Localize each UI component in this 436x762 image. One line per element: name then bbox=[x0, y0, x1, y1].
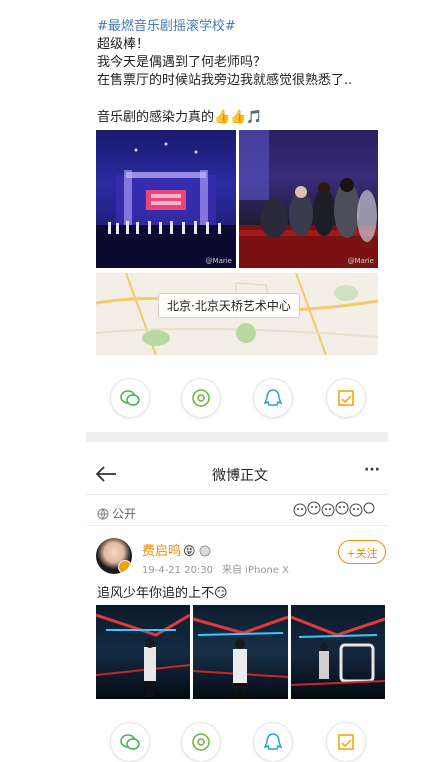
post-photo-2[interactable] bbox=[193, 605, 288, 699]
header-divider bbox=[86, 494, 388, 495]
avatar[interactable] bbox=[96, 538, 132, 574]
post-text-line-4: 音乐剧的感染力真的👍👍🎵 bbox=[97, 110, 263, 125]
post-text-line-1: 超级棒！ bbox=[97, 37, 150, 52]
post-text-line-2: 我今天是偶遇到了何老师吗？ bbox=[97, 55, 267, 70]
post-photo-3[interactable] bbox=[291, 605, 385, 699]
post-source: 来自 iPhone X bbox=[222, 565, 289, 576]
visibility-label: 公开 bbox=[112, 507, 137, 521]
photo-watermark: @Marie bbox=[347, 257, 374, 265]
visibility-divider bbox=[86, 525, 388, 526]
sticker-decoration-icon bbox=[293, 501, 375, 517]
share-save-button[interactable] bbox=[326, 722, 366, 762]
photo-watermark: @Marie bbox=[205, 257, 232, 265]
page-title: 微博正文 bbox=[212, 468, 268, 484]
save-icon bbox=[338, 390, 354, 406]
wechat-icon bbox=[120, 390, 140, 406]
follow-button-label: +关注 bbox=[346, 547, 378, 560]
share-moments-button[interactable] bbox=[181, 722, 221, 762]
photo-illustration bbox=[291, 615, 385, 686]
post-photo-1[interactable] bbox=[96, 605, 190, 699]
share-qq-button[interactable] bbox=[253, 378, 293, 418]
share-wechat-button[interactable] bbox=[110, 722, 150, 762]
save-icon bbox=[338, 734, 354, 750]
map-location-label[interactable]: 北京·北京天桥艺术中心 bbox=[158, 293, 300, 318]
photo-illustration bbox=[96, 613, 190, 697]
stage-illustration bbox=[96, 142, 236, 268]
wechat-icon bbox=[120, 734, 140, 750]
section-divider bbox=[86, 432, 388, 442]
photo-illustration bbox=[193, 615, 288, 697]
post-body-text: 追风少年你追的上不😏 bbox=[97, 586, 228, 601]
follow-button[interactable]: +关注 bbox=[338, 540, 386, 564]
avatar-badge-icon bbox=[118, 560, 132, 574]
post-photo-audience[interactable]: @Marie bbox=[239, 130, 378, 268]
post-time: 19-4-21 20:30 bbox=[142, 565, 214, 576]
share-save-button[interactable] bbox=[326, 378, 366, 418]
post-text-line-3: 在售票厅的时候站我旁边我就感觉很熟悉了.. bbox=[97, 73, 353, 88]
verified-badge-icon bbox=[199, 545, 211, 557]
username-emoji: 😝 bbox=[183, 544, 196, 558]
moments-icon bbox=[192, 389, 210, 407]
username[interactable]: 费启鸣 bbox=[142, 544, 181, 560]
moments-icon bbox=[192, 733, 210, 751]
audience-illustration bbox=[239, 130, 378, 268]
qq-icon bbox=[263, 389, 283, 406]
share-moments-button[interactable] bbox=[181, 378, 221, 418]
more-menu-button[interactable]: ··· bbox=[364, 462, 380, 478]
location-map[interactable]: 北京·北京天桥艺术中心 bbox=[96, 273, 378, 355]
qq-icon bbox=[263, 733, 283, 750]
post-hashtag[interactable]: #最燃音乐剧摇滚学校# bbox=[97, 19, 236, 35]
share-wechat-button[interactable] bbox=[110, 378, 150, 418]
post-photo-stage[interactable]: @Marie bbox=[96, 130, 236, 268]
share-qq-button[interactable] bbox=[253, 722, 293, 762]
detail-header: 微博正文 ··· bbox=[86, 454, 388, 494]
back-arrow-icon[interactable] bbox=[94, 464, 118, 484]
globe-icon bbox=[97, 508, 109, 520]
